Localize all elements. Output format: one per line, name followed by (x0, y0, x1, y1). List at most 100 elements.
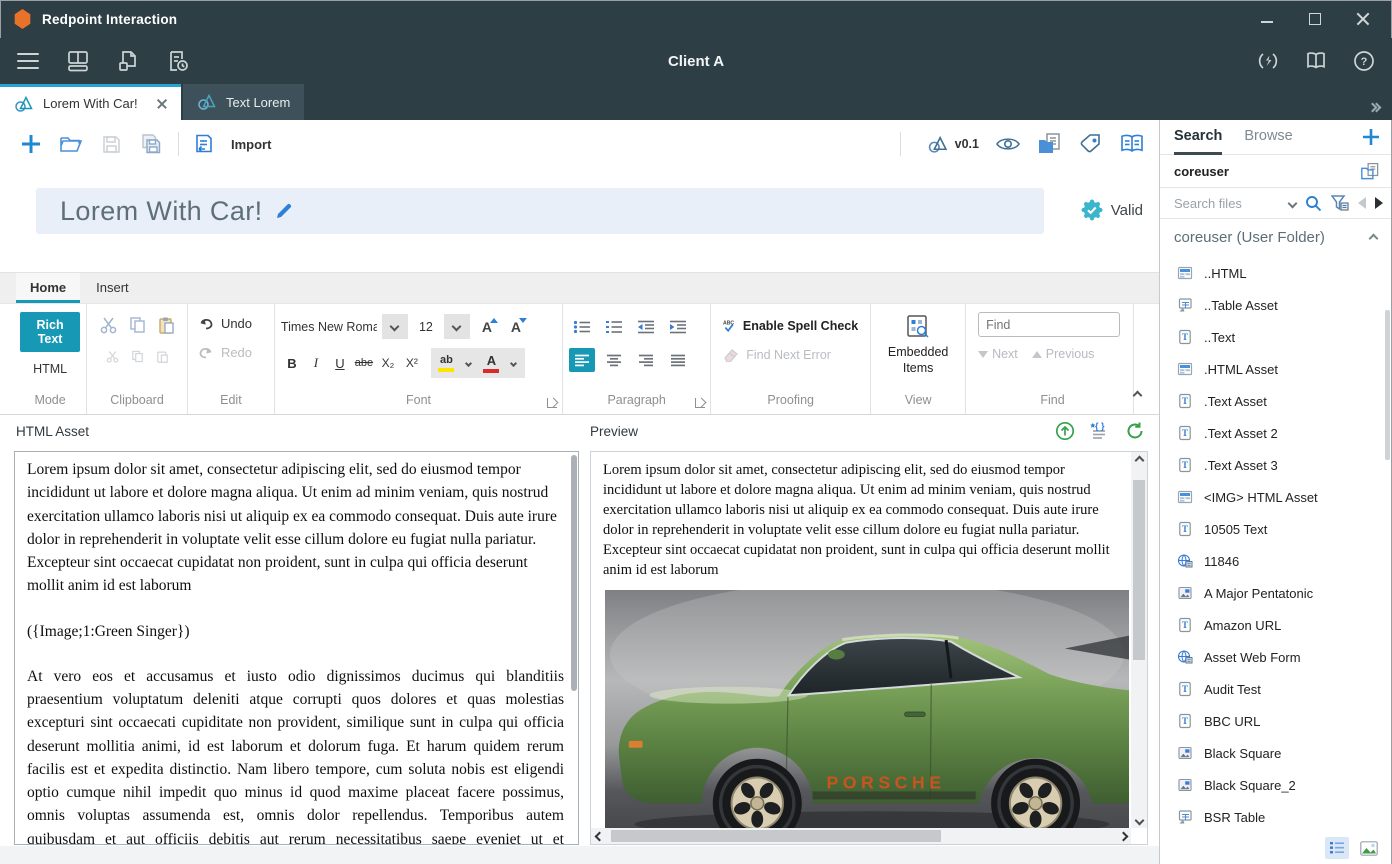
edit-pencil-icon[interactable] (275, 202, 293, 220)
paragraph-dialog-launcher-icon[interactable] (695, 398, 705, 408)
list-item[interactable]: T.Text Asset 3 (1160, 449, 1385, 481)
cut-icon[interactable] (100, 316, 117, 334)
redo-button[interactable]: Redo (198, 345, 264, 360)
find-next-button[interactable]: Next (978, 347, 1018, 361)
save-all-icon[interactable] (136, 129, 166, 159)
enable-spell-check-button[interactable]: ABC Enable Spell Check (723, 318, 858, 334)
find-next-error-button[interactable]: Find Next Error (723, 348, 858, 362)
font-size-dropdown-icon[interactable] (444, 314, 470, 339)
import-icon[interactable] (189, 129, 219, 159)
decrease-indent-icon[interactable] (633, 315, 659, 339)
grow-font-icon[interactable]: A (475, 319, 499, 335)
find-previous-button[interactable]: Previous (1032, 347, 1095, 361)
list-item[interactable]: T10505 Text (1160, 513, 1385, 545)
scroll-left-icon[interactable] (591, 828, 607, 844)
font-dialog-launcher-icon[interactable] (547, 398, 557, 408)
paste-icon[interactable] (158, 316, 175, 334)
list-item[interactable]: Asset Web Form (1160, 641, 1385, 673)
font-family-select[interactable]: Times New Roma (281, 320, 377, 334)
refresh-icon[interactable] (1125, 421, 1145, 441)
maximize-icon[interactable] (1308, 12, 1322, 26)
rich-text-mode-button[interactable]: Rich Text (20, 312, 80, 352)
align-right-icon[interactable] (633, 348, 659, 372)
list-item[interactable]: <IMG> HTML Asset (1160, 481, 1385, 513)
undo-button[interactable]: Undo (198, 316, 264, 331)
superscript-button[interactable]: X² (401, 351, 423, 375)
font-color-dropdown-icon[interactable] (506, 361, 522, 366)
preview-eye-icon[interactable] (995, 135, 1021, 153)
minimize-icon[interactable] (1260, 12, 1274, 26)
library-book-icon[interactable] (1119, 133, 1145, 155)
list-item[interactable]: Black Square_2 (1160, 769, 1385, 801)
copy-to-folder-icon[interactable] (1037, 132, 1063, 156)
list-item[interactable]: TAmazon URL (1160, 609, 1385, 641)
publish-up-icon[interactable] (1055, 421, 1075, 441)
scroll-down-icon[interactable] (1131, 812, 1147, 828)
ribbon-tab-insert[interactable]: Insert (82, 273, 143, 303)
search-files-input[interactable] (1174, 196, 1280, 211)
justify-icon[interactable] (665, 348, 691, 372)
collapse-ribbon-icon[interactable] (1134, 386, 1159, 414)
tab-text-lorem[interactable]: Text Lorem (183, 84, 304, 120)
add-asset-icon[interactable] (1361, 127, 1381, 147)
search-scope-dropdown-icon[interactable] (1289, 194, 1296, 212)
list-item[interactable]: ..Table Asset (1160, 289, 1385, 321)
shrink-font-icon[interactable]: A (504, 319, 528, 335)
cut-special-icon[interactable] (106, 350, 119, 363)
list-item[interactable]: ..HTML (1160, 257, 1385, 289)
list-item[interactable]: BSR Table (1160, 801, 1385, 830)
folder-section-header[interactable]: coreuser (User Folder) (1160, 219, 1391, 256)
page-forward-icon[interactable] (1375, 197, 1383, 209)
tag-icon[interactable] (1079, 132, 1103, 156)
preview-vertical-scrollbar[interactable] (1131, 452, 1147, 828)
list-item[interactable]: TBBC URL (1160, 705, 1385, 737)
list-item[interactable]: T.Text Asset (1160, 385, 1385, 417)
copy-icon[interactable] (129, 316, 146, 334)
sidebar-tab-search[interactable]: Search (1174, 120, 1222, 155)
bullet-list-icon[interactable] (569, 315, 595, 339)
align-center-icon[interactable] (601, 348, 627, 372)
copy-special-icon[interactable] (131, 350, 144, 363)
more-tabs-icon[interactable] (1369, 104, 1380, 111)
font-size-select[interactable]: 12 (413, 320, 439, 334)
page-back-icon[interactable] (1358, 197, 1366, 209)
open-in-folder-icon[interactable] (1360, 162, 1381, 181)
list-item[interactable]: T.Text Asset 2 (1160, 417, 1385, 449)
paste-special-icon[interactable] (156, 350, 169, 363)
increase-indent-icon[interactable] (665, 315, 691, 339)
embedded-items-button[interactable]: Embedded Items (877, 314, 959, 376)
scroll-right-icon[interactable] (1115, 828, 1131, 844)
import-button[interactable]: Import (231, 137, 271, 152)
list-item[interactable]: T..Text (1160, 321, 1385, 353)
align-left-icon[interactable] (569, 348, 595, 372)
underline-button[interactable]: U (329, 351, 351, 375)
font-color-button[interactable]: A (479, 351, 504, 375)
numbered-list-icon[interactable] (601, 315, 627, 339)
html-mode-button[interactable]: HTML (20, 362, 80, 376)
editor-scrollbar[interactable] (571, 455, 577, 691)
sidebar-tab-browse[interactable]: Browse (1244, 120, 1292, 155)
find-input[interactable] (978, 312, 1120, 337)
filter-icon[interactable] (1331, 195, 1349, 211)
list-item[interactable]: A Major Pentatonic (1160, 577, 1385, 609)
tab-close-icon[interactable] (157, 99, 167, 109)
list-item[interactable]: .HTML Asset (1160, 353, 1385, 385)
highlight-color-button[interactable]: ab (434, 351, 459, 375)
list-view-icon[interactable] (1325, 837, 1349, 859)
scroll-thumb[interactable] (611, 830, 941, 842)
save-icon[interactable] (96, 129, 126, 159)
asset-title-field[interactable]: Lorem With Car! (36, 188, 1044, 234)
strikethrough-button[interactable]: abe (353, 351, 375, 375)
open-folder-icon[interactable] (56, 129, 86, 159)
scroll-thumb[interactable] (1133, 480, 1145, 660)
collapse-section-icon[interactable] (1370, 229, 1377, 247)
list-item[interactable]: TAudit Test (1160, 673, 1385, 705)
search-icon[interactable] (1305, 195, 1322, 212)
tab-lorem-with-car[interactable]: Lorem With Car! (0, 84, 181, 120)
preview-horizontal-scrollbar[interactable] (591, 828, 1131, 844)
html-asset-editor[interactable]: Lorem ipsum dolor sit amet, consectetur … (14, 451, 579, 845)
bold-button[interactable]: B (281, 351, 303, 375)
list-item[interactable]: Black Square (1160, 737, 1385, 769)
sidebar-scrollbar[interactable] (1385, 310, 1390, 460)
scroll-up-icon[interactable] (1131, 452, 1147, 468)
